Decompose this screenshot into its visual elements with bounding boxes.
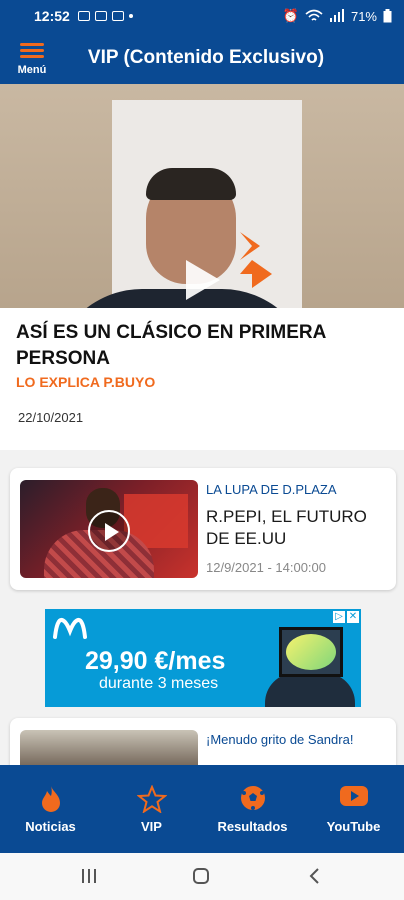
ad-info-icon[interactable]: ▷	[333, 611, 345, 623]
signal-icon	[329, 9, 344, 22]
app-bar: Menú VIP (Contenido Exclusivo)	[0, 32, 404, 84]
news-category: LA LUPA DE D.PLAZA	[206, 482, 337, 497]
battery-percent: 71%	[350, 8, 377, 24]
youtube-icon	[339, 786, 368, 806]
play-circle-icon	[88, 510, 130, 552]
news-title: ¡Menudo grito de Sandra!	[206, 732, 354, 747]
tab-label: Resultados	[217, 819, 288, 834]
more-notifications-icon	[128, 14, 133, 18]
tab-label: VIP	[141, 819, 162, 834]
notification-icons	[77, 11, 133, 21]
soccer-ball-icon	[240, 786, 265, 810]
home-icon[interactable]	[192, 867, 210, 885]
back-icon[interactable]	[306, 867, 324, 885]
presenter-hair	[146, 168, 236, 200]
advertisement-banner[interactable]: ▷ ✕ 29,90 €/mes durante 3 meses	[45, 609, 361, 707]
alarm-icon: ⏰	[282, 8, 299, 23]
screen-cast-icon	[77, 11, 90, 21]
article-date: 22/10/2021	[18, 410, 84, 425]
news-card[interactable]: LA LUPA DE D.PLAZA R.PEPI, EL FUTURO DE …	[10, 468, 396, 590]
article-subtitle: LO EXPLICA P.BUYO	[16, 374, 156, 390]
recent-apps-icon[interactable]	[80, 867, 98, 885]
news-timestamp: 12/9/2021 - 14:00:00	[206, 560, 326, 575]
play-icon[interactable]	[186, 260, 220, 300]
system-navigation-bar	[0, 853, 404, 900]
app-notification-icon	[111, 11, 124, 21]
gallery-icon	[94, 11, 107, 21]
tab-resultados[interactable]: Resultados	[202, 765, 303, 853]
page-title: VIP (Contenido Exclusivo)	[87, 47, 325, 68]
flame-icon	[41, 786, 60, 812]
ad-duration: durante 3 meses	[99, 675, 219, 692]
tv-icon	[279, 627, 343, 677]
tab-label: Noticias	[25, 819, 76, 834]
ad-choices[interactable]: ▷ ✕	[333, 611, 359, 623]
status-time: 12:52	[34, 8, 70, 24]
featured-article[interactable]: ASÍ ES UN CLÁSICO EN PRIMERA PERSONA LO …	[0, 308, 404, 450]
ad-price: 29,90 €/mes	[85, 647, 226, 675]
news-title: R.PEPI, EL FUTURO DE EE.UU	[206, 507, 367, 548]
brand-logo-icon	[240, 232, 272, 288]
wifi-icon	[305, 9, 323, 21]
news-thumbnail	[20, 480, 198, 578]
battery-icon	[383, 9, 392, 23]
status-bar: 12:52 ⏰ 71%	[0, 0, 404, 32]
movistar-logo-icon	[53, 617, 87, 639]
tab-youtube[interactable]: YouTube	[303, 765, 404, 853]
bottom-navigation: Noticias VIP Resultados YouTube	[0, 765, 404, 853]
featured-video[interactable]	[0, 84, 404, 308]
tab-vip[interactable]: VIP	[101, 765, 202, 853]
system-icons: ⏰ 71%	[283, 8, 392, 24]
star-icon	[136, 785, 167, 813]
tab-label: YouTube	[326, 819, 381, 834]
tab-noticias[interactable]: Noticias	[0, 765, 101, 853]
ad-close-icon[interactable]: ✕	[347, 611, 359, 623]
ad-person	[265, 673, 355, 707]
article-headline: ASÍ ES UN CLÁSICO EN PRIMERA PERSONA	[16, 322, 326, 369]
